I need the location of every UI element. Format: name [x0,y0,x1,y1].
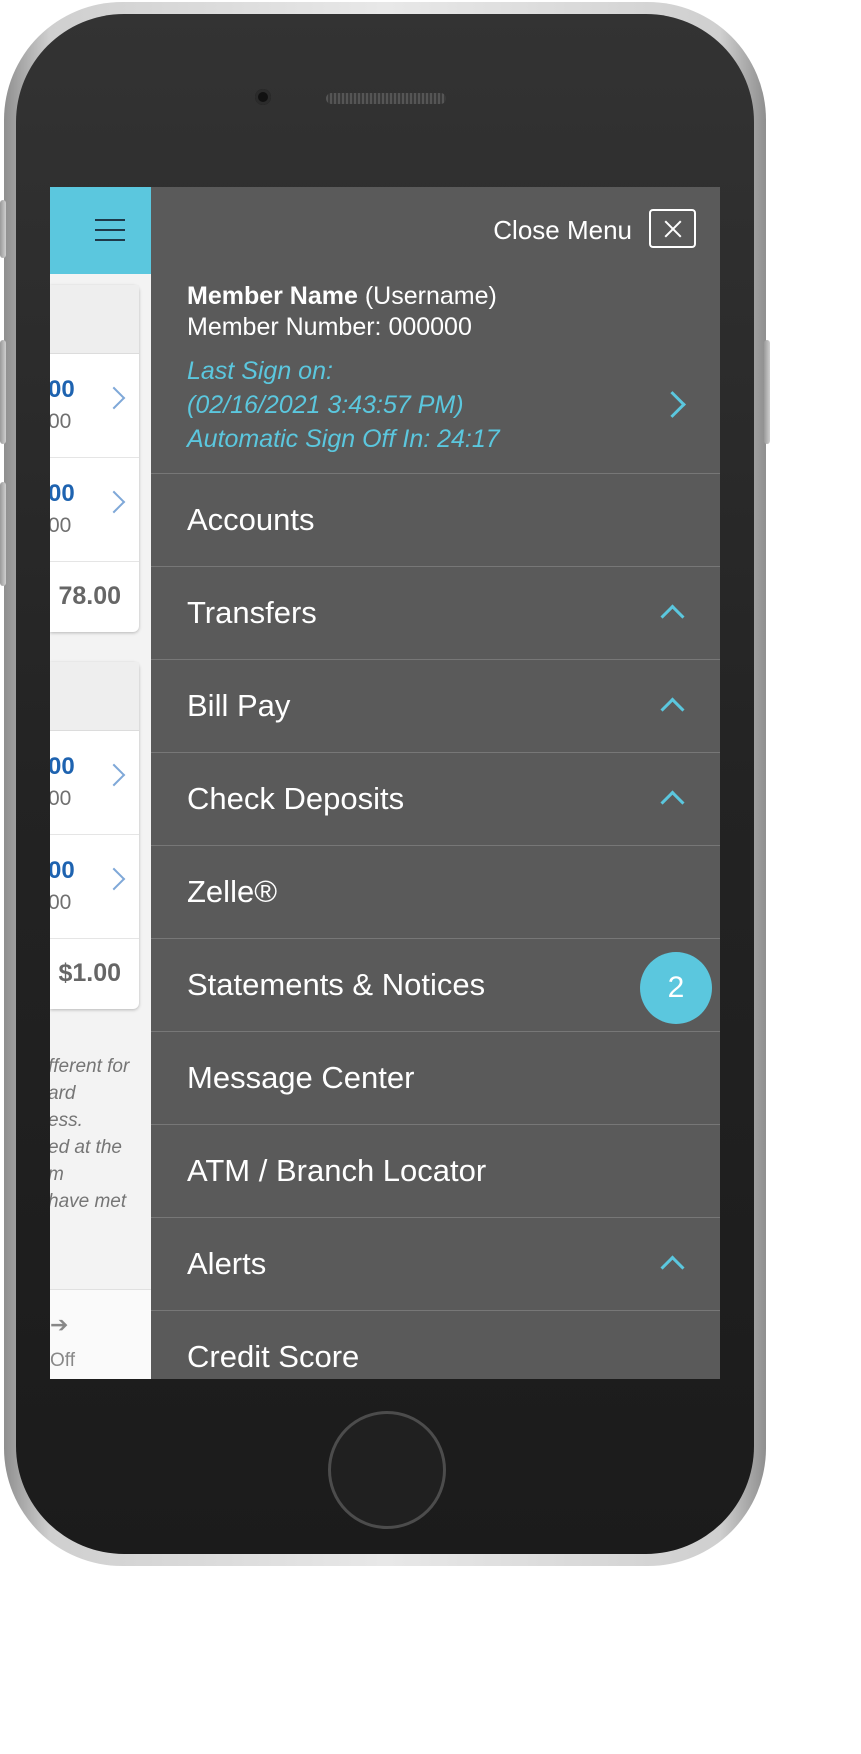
close-menu-label[interactable]: Close Menu [493,215,632,246]
menu-item-label: Statements & Notices [187,967,486,1002]
menu-item-label: ATM / Branch Locator [187,1153,487,1188]
account-balance: 00 [50,857,75,884]
menu-item-label: Zelle® [187,874,278,909]
menu-item-accounts[interactable]: Accounts [151,473,720,566]
menu-item-zelle[interactable]: Zelle® [151,845,720,938]
account-row[interactable]: 00 00 [50,354,139,458]
disclaimer-line: fferent for [50,1056,130,1077]
disclaimer-line: m [50,1161,148,1188]
menu-item-alerts[interactable]: Alerts [151,1217,720,1310]
camera-icon [255,89,271,105]
disclaimer-line: ard [50,1083,76,1104]
member-number: Member Number: 000000 [187,313,472,341]
disclaimer-text: fferent for ard ess. ed at the m have me… [50,1053,148,1215]
chevron-up-icon[interactable] [660,604,685,629]
member-username: (Username) [364,282,497,310]
menu-item-transfers[interactable]: Transfers [151,566,720,659]
menu-item-label: Alerts [187,1246,267,1281]
account-card-1: 00 00 00 00 78.00 [50,285,139,632]
disclaimer-line: ess. [50,1110,83,1131]
notification-badge: 2 [640,952,712,1024]
side-button-volume-up [0,340,6,444]
chevron-right-icon [102,763,126,787]
menu-item-label: Check Deposits [187,781,405,816]
card-total: 78.00 [58,582,121,610]
chevron-up-icon[interactable] [660,1255,685,1280]
card-total-row: 78.00 [50,562,139,632]
close-menu-button[interactable]: Close Menu [420,209,720,249]
account-row[interactable]: 00 00 [50,731,139,835]
account-available: 00 [50,891,72,914]
chevron-right-icon [102,490,126,514]
account-row[interactable]: 00 00 [50,458,139,562]
account-available: 00 [50,410,72,433]
home-button[interactable] [328,1411,446,1529]
account-balance: 00 [50,376,75,403]
menu-item-label: Accounts [187,502,315,537]
chevron-right-icon [102,386,126,410]
chevron-up-icon[interactable] [660,697,685,722]
menu-item-label: Transfers [187,595,317,630]
background-app: 00 00 00 00 78.00 00 00 00 00 $1.00 ffer… [50,187,151,1379]
card-header [50,662,139,731]
chevron-right-icon [102,867,126,891]
menu-item-bill-pay[interactable]: Bill Pay [151,659,720,752]
member-name-line: Member Name (Username) [187,281,687,312]
side-button-power [764,340,770,444]
menu-item-credit-score[interactable]: Credit Score [151,1310,720,1379]
account-card-2: 00 00 00 00 $1.00 [50,662,139,1009]
sign-on-info: Last Sign on: (02/16/2021 3:43:57 PM) Au… [187,354,667,456]
disclaimer-line: have met [50,1191,127,1212]
side-button-mute [0,200,6,258]
speaker-grille [326,93,446,104]
app-header [50,187,151,274]
account-balance: 00 [50,753,75,780]
card-header [50,285,139,354]
sign-off-label[interactable]: Off [50,1350,75,1372]
last-sign-on-value: (02/16/2021 3:43:57 PM) [187,391,464,419]
side-button-volume-down [0,482,6,586]
disclaimer-line: ed at the [50,1137,122,1158]
account-balance: 00 [50,480,75,507]
menu-item-statements-notices[interactable]: Statements & Notices 2 [151,938,720,1031]
bottom-nav: ➔ Off [50,1289,151,1379]
chevron-up-icon[interactable] [660,790,685,815]
navigation-menu: Close Menu Member Name (Username) Member… [151,187,720,1379]
menu-item-check-deposits[interactable]: Check Deposits [151,752,720,845]
menu-item-label: Bill Pay [187,688,291,723]
phone-screen: 00 00 00 00 78.00 00 00 00 00 $1.00 ffer… [50,187,720,1379]
account-available: 00 [50,514,72,537]
auto-sign-off: Automatic Sign Off In: 24:17 [187,425,500,453]
last-sign-on-label: Last Sign on: [187,357,333,385]
member-info[interactable]: Member Name (Username) Member Number: 00… [187,281,687,343]
menu-items: Accounts Transfers Bill Pay Check Deposi… [151,473,720,1379]
menu-item-label: Message Center [187,1060,415,1095]
menu-item-atm-branch-locator[interactable]: ATM / Branch Locator [151,1124,720,1217]
sign-off-icon[interactable]: ➔ [50,1312,68,1338]
close-icon[interactable] [649,209,696,248]
card-total: $1.00 [58,959,121,987]
member-name: Member Name [187,282,358,310]
menu-item-message-center[interactable]: Message Center [151,1031,720,1124]
account-available: 00 [50,787,72,810]
card-total-row: $1.00 [50,939,139,1009]
menu-item-label: Credit Score [187,1339,360,1374]
hamburger-menu-icon[interactable] [95,217,125,243]
account-row[interactable]: 00 00 [50,835,139,939]
